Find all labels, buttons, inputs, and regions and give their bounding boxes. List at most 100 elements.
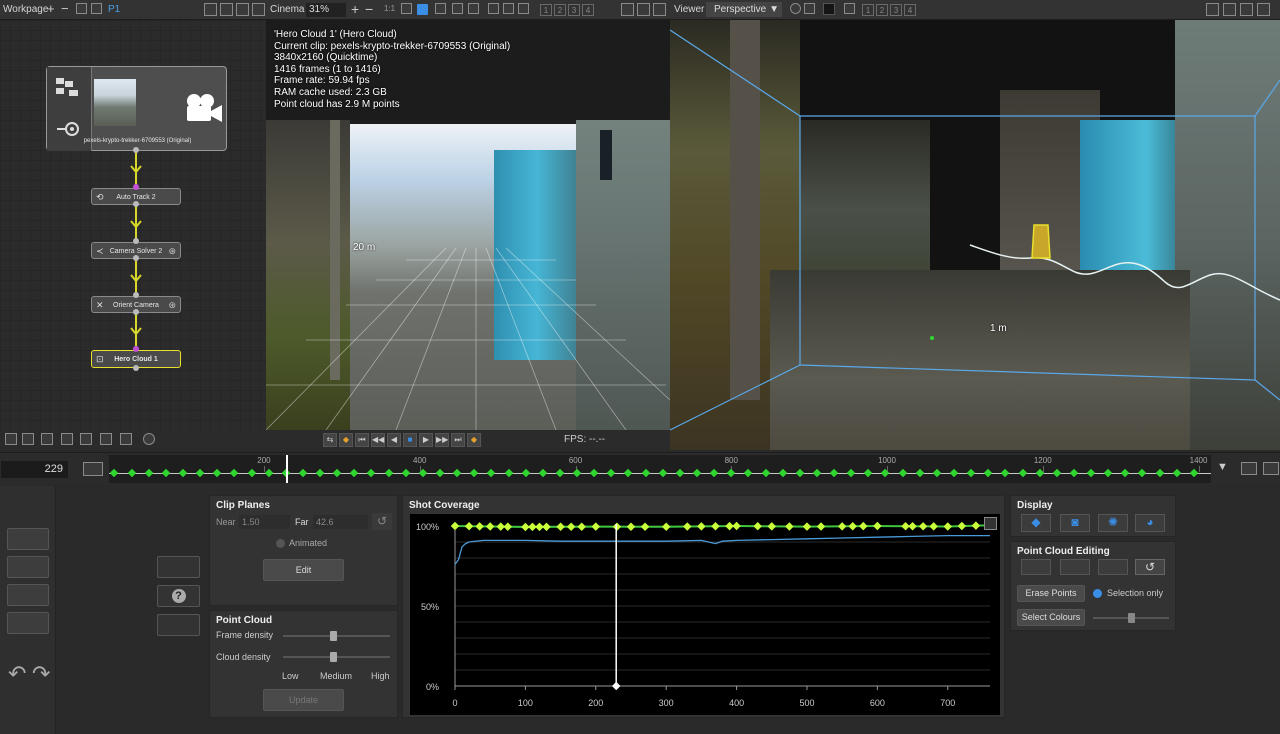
- play-back-icon[interactable]: ◀: [387, 433, 401, 447]
- frame-density-knob[interactable]: [330, 631, 337, 641]
- timeline-keyframe[interactable]: [350, 468, 359, 478]
- step-forward-icon[interactable]: ▶▶: [435, 433, 449, 447]
- cloud-density-knob[interactable]: [330, 652, 337, 662]
- timeline-keyframe[interactable]: [195, 468, 205, 478]
- select-tool-icon[interactable]: [1021, 559, 1051, 575]
- timeline-keyframe[interactable]: [418, 468, 428, 478]
- hero-cloud-input-port[interactable]: [133, 346, 139, 352]
- import-icon[interactable]: [80, 433, 92, 445]
- layout-float-icon[interactable]: [236, 3, 249, 16]
- cinema-tool2-icon[interactable]: [468, 3, 479, 14]
- timeline-keyframe[interactable]: [572, 468, 582, 478]
- node-settings-icon[interactable]: ⊛: [168, 243, 176, 260]
- far-field[interactable]: 42.6: [313, 515, 368, 529]
- cinema-grid-icon[interactable]: [435, 3, 446, 14]
- zoom-field[interactable]: 31%: [306, 3, 346, 17]
- node-settings-icon[interactable]: ⊛: [168, 297, 176, 314]
- redo-icon[interactable]: ↷: [32, 661, 50, 687]
- expand-icon[interactable]: [984, 517, 997, 530]
- timeline-keyframe[interactable]: [1018, 468, 1027, 478]
- timeline-keyframe[interactable]: [1001, 468, 1010, 478]
- timeline-keyframe[interactable]: [658, 468, 667, 478]
- timeline-keyframe[interactable]: [1052, 468, 1062, 478]
- viewer-display-3[interactable]: 3: [890, 4, 902, 16]
- viewer-list-icon[interactable]: [844, 3, 855, 14]
- workpage-option2-icon[interactable]: [91, 3, 102, 14]
- orient-camera-output-port[interactable]: [133, 309, 139, 315]
- timeline-keyframe[interactable]: [230, 468, 239, 478]
- curve-tool-icon[interactable]: [157, 556, 200, 578]
- timeline-keyframe[interactable]: [452, 468, 462, 478]
- workpage-option-icon[interactable]: [76, 3, 87, 14]
- cinema-display-2[interactable]: 2: [554, 4, 566, 16]
- viewer-tabs-icon[interactable]: [1223, 3, 1236, 16]
- near-field[interactable]: 1.50: [239, 515, 290, 529]
- undo-icon[interactable]: ↶: [8, 661, 26, 687]
- export-icon[interactable]: [100, 433, 112, 445]
- clip-node[interactable]: pexels-krypto-trekker-6709553 (Original): [46, 66, 227, 151]
- timeline-keyframe[interactable]: [744, 468, 753, 478]
- page-badge[interactable]: P1: [108, 4, 120, 15]
- viewer-frame-icon[interactable]: [804, 3, 815, 14]
- node-palette-icon[interactable]: [143, 433, 155, 445]
- prev-key-icon[interactable]: ◆: [339, 433, 353, 447]
- grid-tool-icon[interactable]: [7, 584, 49, 606]
- viewer-display-1[interactable]: 1: [862, 4, 874, 16]
- timeline-keyframe[interactable]: [675, 468, 685, 478]
- timeline-keyframe[interactable]: [607, 468, 616, 478]
- timeline-keyframe[interactable]: [1069, 468, 1079, 478]
- edit-button[interactable]: Edit: [263, 559, 344, 581]
- timeline-keyframe[interactable]: [829, 468, 839, 478]
- timeline-keyframe[interactable]: [315, 468, 325, 478]
- display-points-icon[interactable]: ◆: [1021, 514, 1051, 532]
- node-graph[interactable]: pexels-krypto-trekker-6709553 (Original)…: [0, 20, 266, 430]
- next-key-icon[interactable]: ◆: [467, 433, 481, 447]
- reset-icon[interactable]: ↺: [372, 513, 392, 530]
- keyboard-shortcuts-icon[interactable]: [157, 614, 200, 636]
- timeline-keyframe[interactable]: [795, 468, 805, 478]
- node-duplicate-icon[interactable]: [22, 433, 34, 445]
- timeline-collapse-icon[interactable]: ▼: [1217, 461, 1228, 473]
- update-button[interactable]: Update: [263, 689, 344, 711]
- timeline-keyframe[interactable]: [178, 468, 188, 478]
- timeline-keyframe[interactable]: [761, 468, 770, 478]
- play-icon[interactable]: ▶: [419, 433, 433, 447]
- trash-icon[interactable]: [41, 433, 53, 445]
- timeline-keyframe[interactable]: [367, 468, 376, 478]
- timeline-keyframe[interactable]: [555, 468, 565, 478]
- step-back-icon[interactable]: ◀◀: [371, 433, 385, 447]
- timeline-keyframe[interactable]: [487, 468, 496, 478]
- camera-solver-output-port[interactable]: [133, 255, 139, 261]
- cinema-display-1[interactable]: 1: [540, 4, 552, 16]
- remove-node-icon[interactable]: −: [61, 2, 69, 15]
- display-pie-icon[interactable]: ◕: [1135, 514, 1165, 532]
- select-colours-button[interactable]: Select Colours: [1017, 609, 1085, 626]
- timeline-keyframe[interactable]: [727, 468, 736, 478]
- colour-threshold-knob[interactable]: [1128, 613, 1135, 623]
- timeline-keyframe[interactable]: [624, 468, 633, 478]
- selection-only-radio[interactable]: [1093, 589, 1102, 598]
- note-tool-icon[interactable]: [7, 612, 49, 634]
- timeline-keyframe[interactable]: [435, 468, 445, 478]
- timeline-keyframe[interactable]: [846, 468, 856, 478]
- timeline-keyframe[interactable]: [264, 468, 273, 478]
- projection-dropdown[interactable]: Perspective ▼: [706, 2, 782, 17]
- hero-cloud-output-port[interactable]: [133, 365, 139, 371]
- erase-points-button[interactable]: Erase Points: [1017, 585, 1085, 602]
- clip-output-port[interactable]: [133, 147, 139, 153]
- timeline-keyframe[interactable]: [470, 468, 479, 478]
- zoom-out-icon[interactable]: −: [365, 1, 373, 17]
- help-icon[interactable]: ?: [157, 585, 200, 607]
- timeline-keyframe[interactable]: [401, 468, 410, 478]
- viewer-float-icon[interactable]: [1240, 3, 1253, 16]
- timeline-keyframe[interactable]: [538, 468, 548, 478]
- viewer-split-icon[interactable]: [1206, 3, 1219, 16]
- keyboard-icon[interactable]: [83, 462, 103, 476]
- auto-track-input-port[interactable]: [133, 184, 139, 190]
- maximize-icon[interactable]: [252, 3, 265, 16]
- timeline-keyframe[interactable]: [1086, 468, 1096, 478]
- timeline-keyframe[interactable]: [247, 468, 256, 478]
- overlay-toggle-icon[interactable]: [401, 3, 412, 14]
- layout-split-icon[interactable]: [204, 3, 217, 16]
- timeline-keyframe[interactable]: [984, 468, 993, 478]
